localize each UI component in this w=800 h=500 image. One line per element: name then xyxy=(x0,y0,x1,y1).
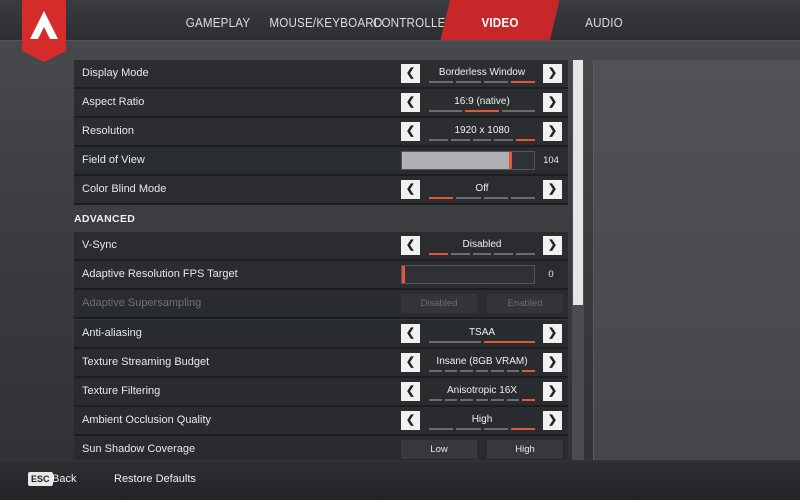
enabled-option-button: Enabled xyxy=(487,294,563,313)
option-indicator xyxy=(429,110,535,112)
slider-value: 104 xyxy=(539,151,563,170)
selected-value: 16:9 (native) xyxy=(454,96,510,107)
setting-label: Ambient Occlusion Quality xyxy=(82,414,211,426)
high-option-button[interactable]: High xyxy=(487,440,563,459)
option-indicator xyxy=(429,428,535,430)
video-settings-panel: Display Mode ❮ Borderless Window ❯ Aspec… xyxy=(74,60,568,460)
disabled-option-button: Disabled xyxy=(401,294,477,313)
setting-label: Texture Filtering xyxy=(82,385,161,397)
setting-row-anti-aliasing: Anti-aliasing ❮ TSAA ❯ xyxy=(74,320,568,349)
apex-logo-icon xyxy=(22,0,66,62)
selected-value: Anisotropic 16X xyxy=(446,385,518,396)
option-indicator xyxy=(429,399,536,401)
fov-slider[interactable] xyxy=(401,151,535,170)
setting-label: Field of View xyxy=(82,154,145,166)
option-selector: Borderless Window xyxy=(427,63,537,84)
tab-gameplay[interactable]: GAMEPLAY xyxy=(183,0,254,40)
setting-row-adaptive-supersampling: Adaptive Supersampling Disabled Enabled xyxy=(74,290,568,319)
option-selector: TSAA xyxy=(427,323,537,344)
option-selector: 1920 x 1080 xyxy=(427,121,537,142)
slider-value: 0 xyxy=(539,265,563,284)
selected-value: Borderless Window xyxy=(438,67,526,78)
tab-controller[interactable]: CONTROLLER xyxy=(373,0,454,40)
selected-value: 1920 x 1080 xyxy=(454,125,510,136)
tab-video[interactable]: VIDEO xyxy=(440,0,560,40)
option-indicator xyxy=(429,370,536,372)
setting-label: Aspect Ratio xyxy=(82,96,145,108)
setting-row-display-mode: Display Mode ❮ Borderless Window ❯ xyxy=(74,60,568,89)
setting-label: Adaptive Supersampling xyxy=(82,297,202,309)
setting-row-aspect-ratio: Aspect Ratio ❮ 16:9 (native) ❯ xyxy=(74,89,568,118)
option-selector: High xyxy=(427,410,537,431)
selected-value: High xyxy=(471,414,493,425)
prev-option-button[interactable]: ❮ xyxy=(401,122,420,141)
next-option-button[interactable]: ❯ xyxy=(543,64,562,83)
setting-row-adaptive-fps-target: Adaptive Resolution FPS Target 0 xyxy=(74,261,568,290)
slider-handle[interactable] xyxy=(402,266,405,283)
low-option-button[interactable]: Low xyxy=(401,440,477,459)
option-indicator xyxy=(429,139,535,141)
next-option-button[interactable]: ❯ xyxy=(543,122,562,141)
setting-row-field-of-view: Field of View 104 xyxy=(74,147,568,176)
slider-handle[interactable] xyxy=(508,152,512,169)
setting-label: Adaptive Resolution FPS Target xyxy=(82,268,238,280)
prev-option-button[interactable]: ❮ xyxy=(401,411,420,430)
setting-label: Sun Shadow Coverage xyxy=(82,443,196,455)
setting-row-v-sync: V-Sync ❮ Disabled ❯ xyxy=(74,232,568,261)
tab-audio[interactable]: AUDIO xyxy=(576,0,632,40)
esc-key-icon: ESC xyxy=(28,472,53,486)
footer-bar: ESC Back Restore Defaults xyxy=(0,462,800,500)
setting-preview-panel xyxy=(593,60,800,460)
setting-row-sun-shadow-coverage: Sun Shadow Coverage Low High xyxy=(74,436,568,460)
settings-scrollbar[interactable] xyxy=(572,60,584,460)
prev-option-button[interactable]: ❮ xyxy=(401,324,420,343)
prev-option-button[interactable]: ❮ xyxy=(401,180,420,199)
next-option-button[interactable]: ❯ xyxy=(543,411,562,430)
slider-fill xyxy=(402,152,512,169)
setting-row-resolution: Resolution ❮ 1920 x 1080 ❯ xyxy=(74,118,568,147)
setting-row-color-blind-mode: Color Blind Mode ❮ Off ❯ xyxy=(74,176,568,205)
option-indicator xyxy=(429,253,535,255)
option-selector: Off xyxy=(427,179,537,200)
scrollbar-thumb[interactable] xyxy=(573,60,583,305)
prev-option-button[interactable]: ❮ xyxy=(401,64,420,83)
selected-value: Insane (8GB VRAM) xyxy=(436,356,528,367)
back-button[interactable]: Back xyxy=(52,471,76,487)
next-option-button[interactable]: ❯ xyxy=(543,236,562,255)
setting-row-ambient-occlusion: Ambient Occlusion Quality ❮ High ❯ xyxy=(74,407,568,436)
option-selector: Anisotropic 16X xyxy=(427,381,537,402)
next-option-button[interactable]: ❯ xyxy=(543,324,562,343)
next-option-button[interactable]: ❯ xyxy=(543,180,562,199)
setting-label: Color Blind Mode xyxy=(82,183,167,195)
section-header-advanced: ADVANCED xyxy=(74,213,136,225)
prev-option-button[interactable]: ❮ xyxy=(401,382,420,401)
restore-defaults-button[interactable]: Restore Defaults xyxy=(114,471,196,487)
setting-row-texture-filtering: Texture Filtering ❮ Anisotropic 16X ❯ xyxy=(74,378,568,407)
next-option-button[interactable]: ❯ xyxy=(543,382,562,401)
prev-option-button[interactable]: ❮ xyxy=(401,353,420,372)
selected-value: Disabled xyxy=(462,239,502,250)
next-option-button[interactable]: ❯ xyxy=(543,353,562,372)
next-option-button[interactable]: ❯ xyxy=(543,93,562,112)
setting-label: Anti-aliasing xyxy=(82,327,142,339)
tab-mouse-keyboard[interactable]: MOUSE/KEYBOARD xyxy=(269,0,382,40)
option-selector: Insane (8GB VRAM) xyxy=(427,352,537,373)
option-selector: Disabled xyxy=(427,235,537,256)
option-indicator xyxy=(429,81,535,83)
selected-value: TSAA xyxy=(468,327,496,338)
setting-label: Resolution xyxy=(82,125,134,137)
setting-label: V-Sync xyxy=(82,239,117,251)
selected-value: Off xyxy=(475,183,489,194)
prev-option-button[interactable]: ❮ xyxy=(401,236,420,255)
setting-row-texture-streaming-budget: Texture Streaming Budget ❮ Insane (8GB V… xyxy=(74,349,568,378)
option-indicator xyxy=(429,341,535,343)
setting-label: Texture Streaming Budget xyxy=(82,356,210,368)
prev-option-button[interactable]: ❮ xyxy=(401,93,420,112)
fps-target-slider[interactable] xyxy=(401,265,535,284)
setting-label: Display Mode xyxy=(82,67,149,79)
option-selector: 16:9 (native) xyxy=(427,92,537,113)
option-indicator xyxy=(429,197,535,199)
